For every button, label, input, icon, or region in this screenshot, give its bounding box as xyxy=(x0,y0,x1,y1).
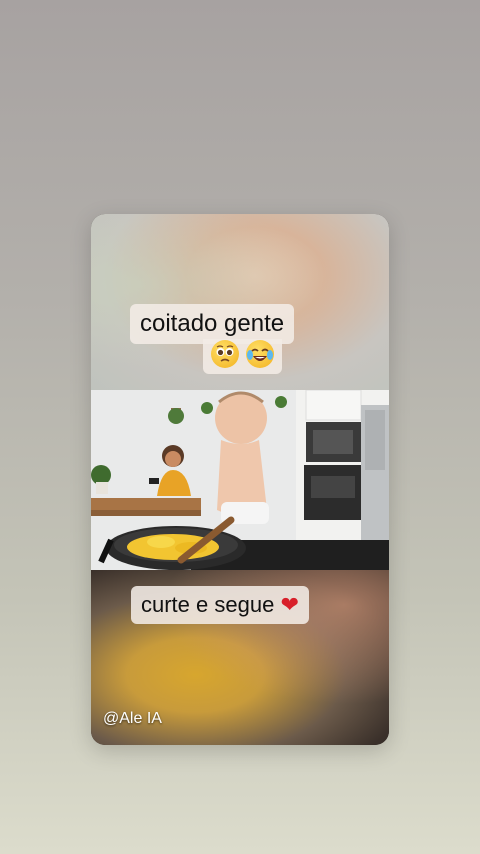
caption-bottom-text: curte e segue xyxy=(141,592,275,617)
caption-top-text: coitado gente xyxy=(140,310,285,337)
tears-of-joy-face-icon xyxy=(245,339,274,368)
heart-icon: ❤ xyxy=(280,592,299,617)
caption-bottom: curte e segue ❤ xyxy=(131,586,309,624)
video-card[interactable]: coitado gente curte e segue ❤ @Ale IA xyxy=(91,214,389,745)
kitchen-scene-image xyxy=(91,390,389,570)
pleading-face-icon xyxy=(211,339,239,368)
caption-top: coitado gente xyxy=(130,304,295,344)
creator-watermark: @Ale IA xyxy=(103,710,162,727)
caption-top-emoji xyxy=(203,339,282,374)
